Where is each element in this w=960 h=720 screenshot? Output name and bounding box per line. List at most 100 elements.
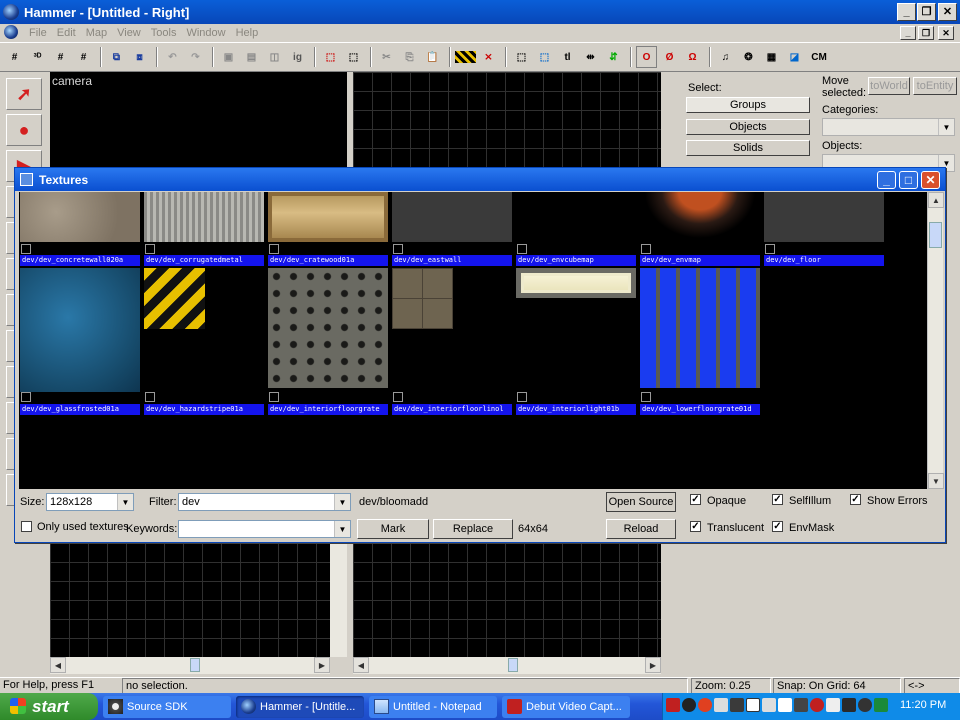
pointfile-icon[interactable]: ❂ xyxy=(738,46,759,68)
media-icon[interactable] xyxy=(858,698,872,712)
texture-mark-checkbox[interactable] xyxy=(269,244,279,254)
side-viewport-hscroll[interactable]: ◀ ▶ xyxy=(353,657,661,674)
only-used-textures-checkbox[interactable] xyxy=(21,521,32,532)
select-icon[interactable]: ⬚ xyxy=(511,46,532,68)
minimize-button[interactable]: _ xyxy=(897,3,916,21)
textures-close-button[interactable]: ✕ xyxy=(921,171,940,189)
texture-mark-checkbox[interactable] xyxy=(269,392,279,402)
usb-icon[interactable] xyxy=(778,698,792,712)
compile-icon[interactable]: O xyxy=(636,46,657,68)
scroll-up-icon[interactable]: ▲ xyxy=(928,192,944,208)
scroll-thumb[interactable] xyxy=(190,658,200,672)
scroll-thumb[interactable] xyxy=(508,658,518,672)
scroll-left-icon[interactable]: ◀ xyxy=(50,657,66,673)
texture-mark-checkbox[interactable] xyxy=(641,244,651,254)
texture-mark-checkbox[interactable] xyxy=(21,244,31,254)
printer-icon[interactable] xyxy=(826,698,840,712)
snap-icon[interactable]: ⬚ xyxy=(534,46,555,68)
texture-tile[interactable]: dev/dev_corrugatedmetal xyxy=(144,192,264,267)
texture-browser-grid[interactable]: dev/dev_concretewall020a dev/dev_corruga… xyxy=(19,192,927,489)
task-source-sdk[interactable]: Source SDK xyxy=(103,696,231,718)
keywords-dropdown[interactable]: ▼ xyxy=(178,520,351,538)
envmask-checkbox[interactable]: ✓ xyxy=(772,521,783,532)
texture-tile[interactable]: dev/dev_eastwall xyxy=(392,192,512,267)
chat-icon[interactable] xyxy=(746,698,760,712)
texture-tile[interactable]: dev/dev_cratewood01a xyxy=(268,192,388,267)
scroll-left-icon[interactable]: ◀ xyxy=(353,657,369,673)
mark-button[interactable]: Mark xyxy=(357,519,429,539)
hide-icon[interactable]: ⬚ xyxy=(343,46,364,68)
paste-icon[interactable]: 📋 xyxy=(422,46,443,68)
cordon-icon[interactable]: ⬚ xyxy=(320,46,341,68)
3d-grid-icon[interactable]: ³ᴰ xyxy=(27,46,48,68)
task-notepad[interactable]: Untitled - Notepad xyxy=(369,696,497,718)
textures-title-bar[interactable]: Textures xyxy=(15,168,945,191)
texture-tile[interactable]: dev/dev_floor xyxy=(764,192,884,267)
categories-dropdown[interactable]: ▼ xyxy=(822,118,955,136)
texture-lock-icon[interactable] xyxy=(455,51,476,63)
select-groups-button[interactable]: Groups xyxy=(686,97,810,113)
chevron-down-icon[interactable]: ▼ xyxy=(938,119,954,135)
texture-browser-scrollbar[interactable]: ▲ ▼ xyxy=(927,192,944,489)
flip-v-icon[interactable]: ⇵ xyxy=(603,46,624,68)
top-viewport[interactable] xyxy=(353,72,661,167)
texture-tile[interactable]: dev/dev_concretewall020a xyxy=(20,192,140,267)
texture-mark-checkbox[interactable] xyxy=(765,244,775,254)
monitor-icon[interactable] xyxy=(794,698,808,712)
side-viewport[interactable] xyxy=(353,543,661,657)
menu-edit[interactable]: Edit xyxy=(52,27,81,39)
run-map-icon[interactable]: Ø xyxy=(659,46,680,68)
texture-mark-checkbox[interactable] xyxy=(641,392,651,402)
selfillum-checkbox[interactable]: ✓ xyxy=(772,494,783,505)
network-icon[interactable] xyxy=(714,698,728,712)
flip-h-icon[interactable]: ⇹ xyxy=(580,46,601,68)
menu-window[interactable]: Window xyxy=(181,27,230,39)
texture-tile[interactable]: dev/dev_lowerfloorgrate01d xyxy=(640,268,760,418)
hammer-app-icon[interactable] xyxy=(3,4,19,20)
hollow-icon[interactable]: ▤ xyxy=(241,46,262,68)
menu-view[interactable]: View xyxy=(112,27,146,39)
translucent-checkbox[interactable]: ✓ xyxy=(690,521,701,532)
menu-file[interactable]: File xyxy=(24,27,52,39)
texture-mark-checkbox[interactable] xyxy=(145,244,155,254)
textures-maximize-button[interactable]: □ xyxy=(899,171,918,189)
front-viewport-vscroll[interactable] xyxy=(330,543,347,657)
ignore-group-icon[interactable]: ig xyxy=(287,46,308,68)
open-source-button[interactable]: Open Source xyxy=(606,492,676,512)
undo-icon[interactable]: ↶ xyxy=(162,46,183,68)
texture-tile[interactable]: dev/dev_envmap xyxy=(640,192,760,267)
opaque-checkbox[interactable]: ✓ xyxy=(690,494,701,505)
doc-restore-button[interactable]: ❐ xyxy=(918,26,934,40)
front-viewport-hscroll[interactable]: ◀ ▶ xyxy=(50,657,330,674)
texture-tile[interactable]: dev/dev_interiorlight01b xyxy=(516,268,636,418)
texture-tile[interactable]: dev/dev_interiorfloorgrate xyxy=(268,268,388,418)
task-debut[interactable]: Debut Video Capt... xyxy=(502,696,630,718)
restore-button[interactable]: ❐ xyxy=(917,3,936,21)
select-objects-button[interactable]: Objects xyxy=(686,119,810,135)
textures-minimize-button[interactable]: _ xyxy=(877,171,896,189)
scroll-right-icon[interactable]: ▶ xyxy=(645,657,661,673)
to-world-icon[interactable]: ◫ xyxy=(264,46,285,68)
grid-icon[interactable]: # xyxy=(4,46,25,68)
texture-scale-lock-icon[interactable]: ⨯ xyxy=(478,46,499,68)
task-hammer[interactable]: Hammer - [Untitle... xyxy=(236,696,364,718)
record-icon[interactable] xyxy=(666,698,680,712)
texture-mark-checkbox[interactable] xyxy=(517,392,527,402)
title-bar[interactable]: Hammer - [Untitled - Right] xyxy=(0,0,960,24)
chevron-down-icon[interactable]: ▼ xyxy=(117,494,133,510)
scroll-right-icon[interactable]: ▶ xyxy=(314,657,330,673)
snap-label[interactable]: CM xyxy=(807,46,831,68)
group-icon[interactable]: ⧉ xyxy=(106,46,127,68)
menu-tools[interactable]: Tools xyxy=(146,27,182,39)
copy-icon[interactable]: ⎘ xyxy=(399,46,420,68)
ungroup-icon[interactable]: ⧈ xyxy=(129,46,150,68)
security-icon[interactable] xyxy=(810,698,824,712)
texture-mark-checkbox[interactable] xyxy=(393,392,403,402)
texture-tile[interactable]: dev/dev_glassfrosted01a xyxy=(20,268,140,418)
display-icon[interactable] xyxy=(730,698,744,712)
texture-mark-checkbox[interactable] xyxy=(21,392,31,402)
redo-icon[interactable]: ↷ xyxy=(185,46,206,68)
doc-close-button[interactable]: ✕ xyxy=(938,26,954,40)
antivirus-icon[interactable] xyxy=(698,698,712,712)
menu-help[interactable]: Help xyxy=(231,27,264,39)
